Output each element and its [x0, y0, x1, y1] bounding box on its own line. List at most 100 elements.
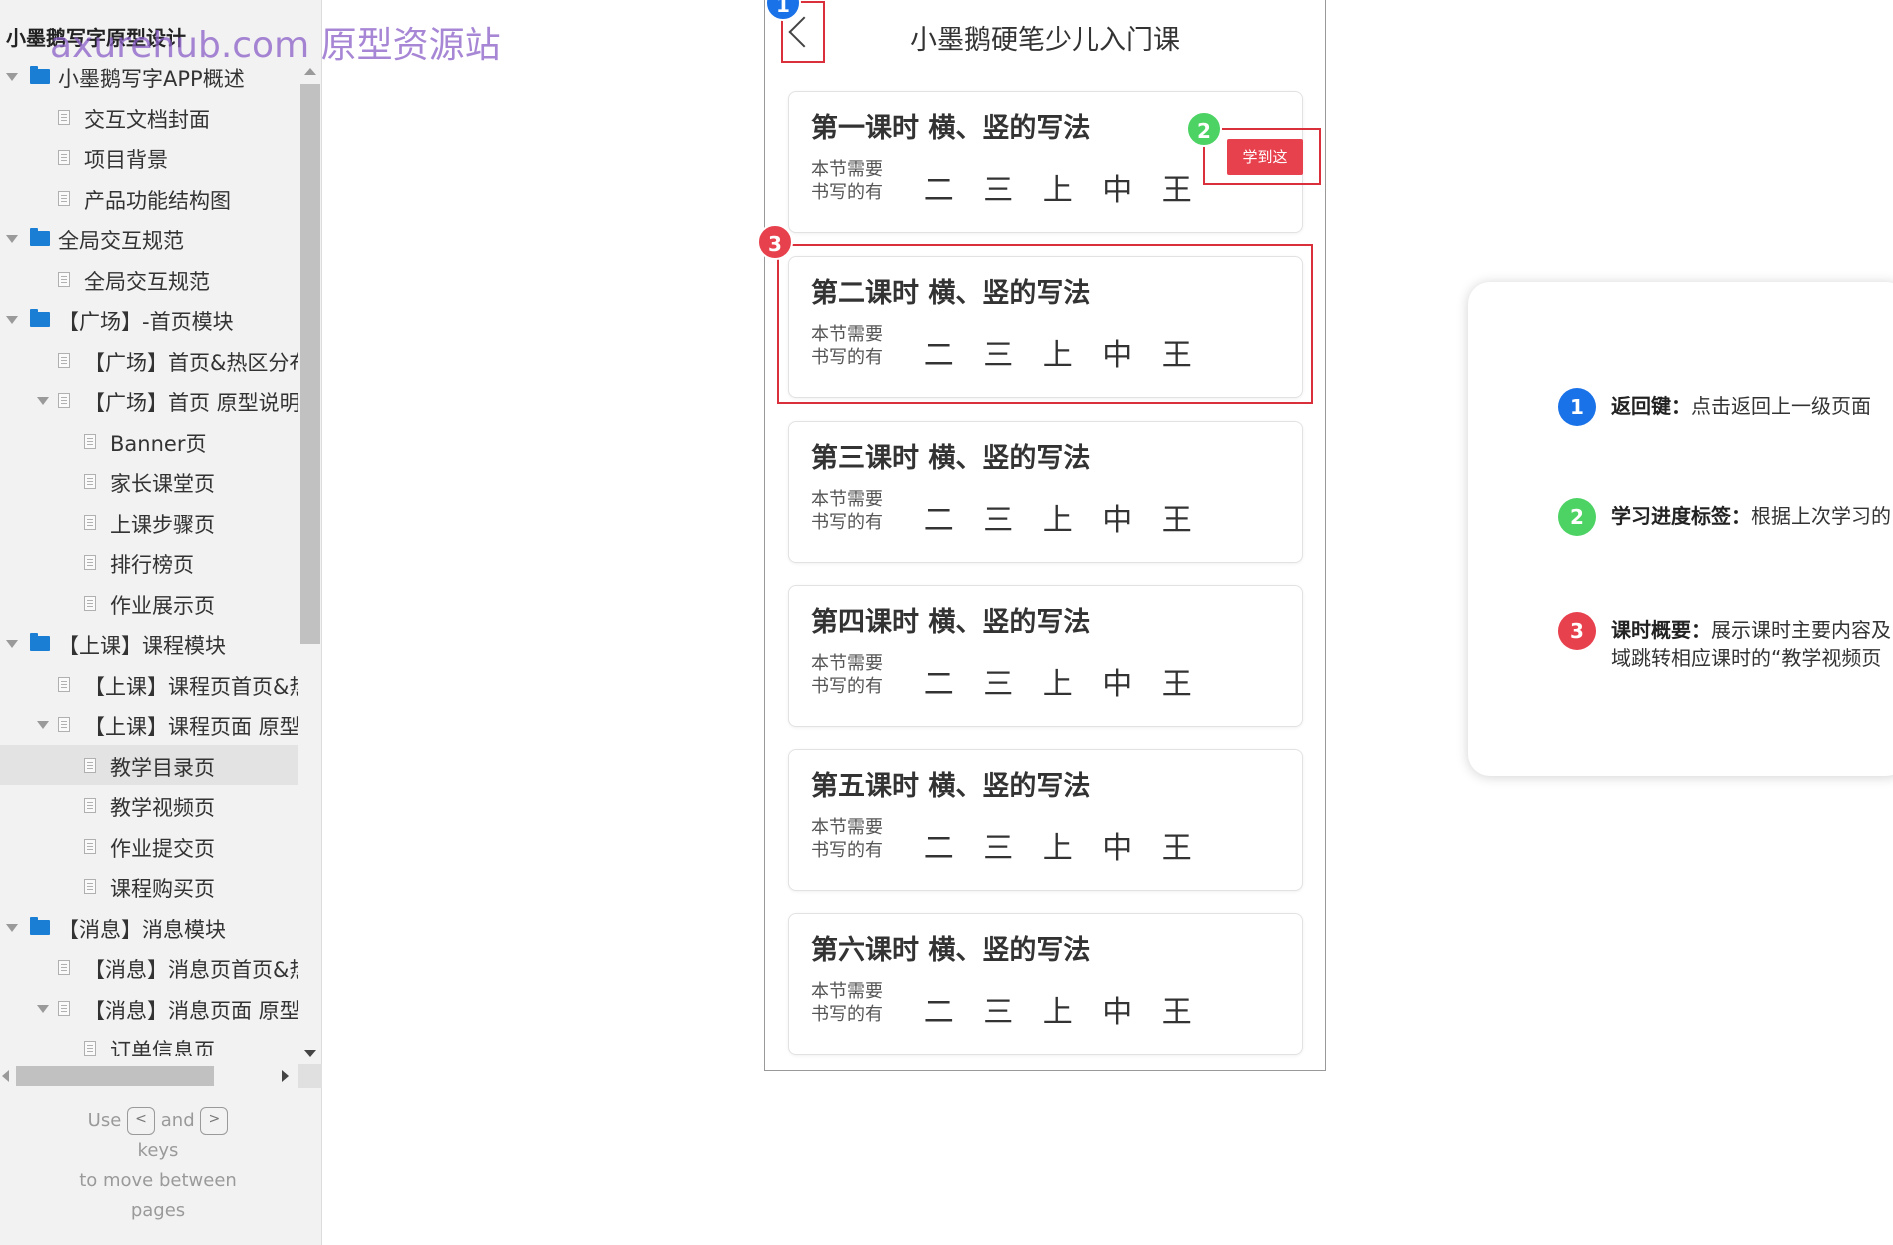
lesson-card[interactable]: 第五课时 横、竖的写法 本节需要书写的有二三上中王: [788, 749, 1303, 891]
tree-page[interactable]: 项目背景: [0, 137, 298, 178]
tree-page[interactable]: 作业提交页: [0, 826, 298, 867]
expand-toggle-icon[interactable]: [37, 721, 49, 729]
tree-page[interactable]: 教学视频页: [0, 785, 298, 826]
lesson-subtitle: 本节需要书写的有: [811, 489, 883, 533]
learn-here-button[interactable]: 学到这: [1227, 139, 1303, 175]
help-pages-text: pages: [130, 1200, 186, 1221]
tree-item-label: 作业提交页: [110, 836, 215, 861]
help-keys-text: keys: [137, 1140, 179, 1161]
tree-page[interactable]: 作业展示页: [0, 583, 298, 624]
tree-page[interactable]: 订单信息页: [0, 1028, 298, 1056]
help-use-text: Use: [87, 1110, 122, 1131]
scroll-left-arrow-icon[interactable]: [2, 1070, 9, 1082]
page-icon: [84, 879, 96, 894]
lesson-character: 中: [1102, 503, 1133, 538]
note-label: 返回键：: [1611, 394, 1691, 418]
page-icon: [84, 1041, 96, 1056]
tree-folder[interactable]: 小墨鹅写字APP概述: [0, 56, 298, 97]
right-key-icon: >: [200, 1107, 229, 1135]
lesson-title: 第六课时 横、竖的写法: [811, 935, 1091, 966]
lesson-card[interactable]: 第三课时 横、竖的写法 本节需要书写的有二三上中王: [788, 421, 1303, 563]
lesson-subtitle: 本节需要书写的有: [811, 159, 883, 203]
lesson-character: 三: [983, 173, 1014, 208]
lesson-character: 二: [923, 995, 954, 1030]
expand-toggle-icon[interactable]: [6, 316, 18, 324]
scroll-down-arrow-icon[interactable]: [304, 1050, 316, 1057]
tree-folder[interactable]: 全局交互规范: [0, 218, 298, 259]
tree-page[interactable]: 课程购买页: [0, 866, 298, 907]
page-icon: [58, 676, 70, 692]
tree-item-label: 【上课】课程模块: [58, 634, 226, 658]
help-move-text: to move between: [79, 1170, 237, 1191]
lesson-character: 三: [983, 831, 1014, 866]
page-icon: [84, 555, 96, 570]
expand-toggle-icon[interactable]: [6, 235, 18, 243]
lesson-card[interactable]: 第四课时 横、竖的写法 本节需要书写的有二三上中王: [788, 585, 1303, 727]
tree-page[interactable]: 【消息】消息页首页&热区分布: [0, 947, 298, 988]
lesson-character: 中: [1102, 995, 1133, 1030]
page-icon: [58, 352, 70, 368]
tree-folder[interactable]: 【消息】消息模块: [0, 907, 298, 948]
horizontal-scrollbar[interactable]: [0, 1064, 322, 1088]
tree-folder[interactable]: 【广场】-首页模块: [0, 299, 298, 340]
folder-icon: [30, 309, 50, 327]
lesson-character: 中: [1102, 667, 1133, 702]
lesson-character: 三: [983, 503, 1014, 538]
vertical-scroll-thumb[interactable]: [300, 84, 320, 644]
page-icon: [58, 1000, 70, 1016]
tree-folder[interactable]: 【上课】课程模块: [0, 623, 298, 664]
tree-page[interactable]: 【广场】首页 原型说明: [0, 380, 298, 421]
folder-icon: [30, 228, 50, 246]
tree-page[interactable]: 【消息】消息页面 原型说明: [0, 988, 298, 1029]
scroll-up-arrow-icon[interactable]: [304, 68, 316, 75]
tree-item-label: 【广场】首页 原型说明: [84, 391, 298, 415]
lesson-character: 上: [1042, 831, 1073, 866]
lesson-characters: 二三上中王: [909, 987, 1207, 1031]
scroll-right-arrow-icon[interactable]: [282, 1070, 289, 1082]
tree-item-label: 家长课堂页: [110, 472, 215, 496]
tree-page[interactable]: 【广场】首页&热区分布: [0, 340, 298, 381]
note-description: 点击返回上一级页面: [1691, 394, 1871, 418]
tree-page[interactable]: 家长课堂页: [0, 461, 298, 502]
lesson-card[interactable]: 第六课时 横、竖的写法 本节需要书写的有二三上中王: [788, 913, 1303, 1055]
lesson-characters: 二三上中王: [909, 165, 1207, 209]
expand-toggle-icon[interactable]: [6, 73, 18, 81]
tree-page[interactable]: 排行榜页: [0, 542, 298, 583]
tree-page[interactable]: 交互文档封面: [0, 97, 298, 138]
lesson-character: 二: [923, 667, 954, 702]
expand-toggle-icon[interactable]: [37, 397, 49, 405]
page-icon: [58, 393, 70, 408]
tree-page[interactable]: 教学目录页: [0, 744, 298, 785]
tree-page[interactable]: 全局交互规范: [0, 259, 298, 300]
lesson-character: 三: [983, 667, 1014, 702]
lesson-character: 王: [1161, 831, 1192, 866]
tree-page[interactable]: 上课步骤页: [0, 502, 298, 543]
expand-toggle-icon[interactable]: [6, 640, 18, 648]
note-label: 课时概要：: [1611, 618, 1711, 642]
page-icon: [84, 595, 96, 611]
page-icon: [84, 798, 96, 813]
note-number-badge: 2: [1558, 498, 1596, 536]
tree-page[interactable]: 产品功能结构图: [0, 178, 298, 219]
horizontal-scroll-thumb[interactable]: [16, 1066, 214, 1086]
page-tree: 小墨鹅写字APP概述 交互文档封面 项目背景 产品功能结构图 全局交互规范 全局交互规范【…: [0, 56, 298, 1056]
expand-toggle-icon[interactable]: [6, 923, 18, 932]
annotation-panel: 1 返回键：点击返回上一级页面 2 学习进度标签：根据上次学习的 3 课时概要：展示课时主…: [1468, 282, 1893, 776]
lesson-character: 王: [1161, 667, 1192, 702]
tree-page[interactable]: Banner页: [0, 421, 298, 462]
tree-item-label: 全局交互规范: [58, 229, 184, 253]
lesson-character: 上: [1042, 173, 1073, 208]
tree-page[interactable]: 【上课】课程页首页&热区分布: [0, 664, 298, 705]
lesson-title: 第一课时 横、竖的写法: [811, 113, 1091, 144]
tree-item-label: 排行榜页: [110, 553, 194, 577]
tree-item-label: 产品功能结构图: [84, 188, 231, 213]
tree-item-label: 【广场】首页&热区分布: [84, 350, 298, 375]
expand-toggle-icon[interactable]: [37, 1004, 49, 1013]
note-label: 学习进度标签：: [1611, 504, 1751, 528]
vertical-scrollbar[interactable]: [298, 60, 322, 1060]
tree-item-label: 【上课】课程页首页&热区分布: [84, 674, 298, 699]
tree-page[interactable]: 【上课】课程页面 原型说明: [0, 704, 298, 745]
annotation-badge-3: 3: [757, 224, 793, 260]
lesson-character: 王: [1161, 173, 1192, 208]
lesson-characters: 二三上中王: [909, 823, 1207, 867]
